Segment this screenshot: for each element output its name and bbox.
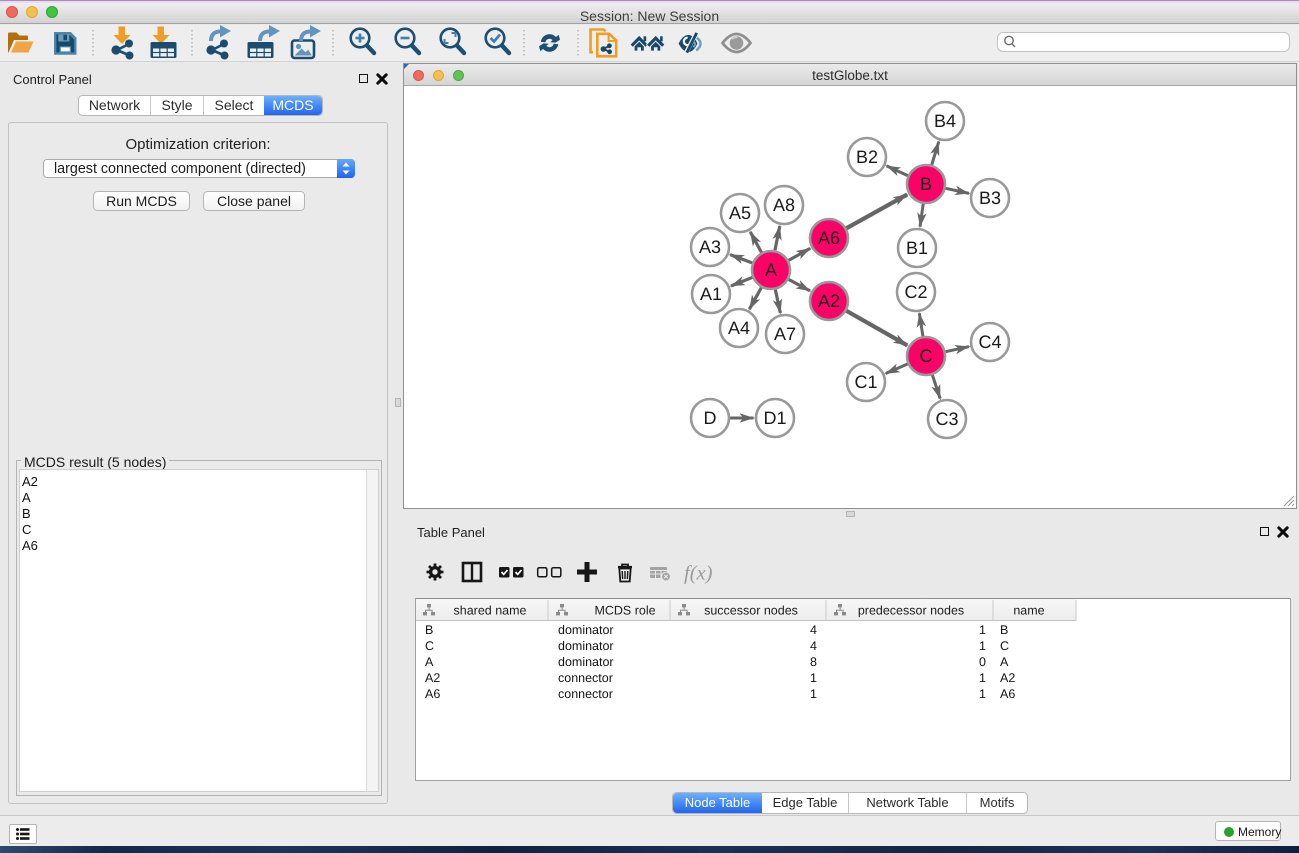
svg-text:1: 1 — [810, 687, 817, 701]
svg-text:1: 1 — [979, 639, 986, 653]
svg-text:successor nodes: successor nodes — [704, 604, 798, 618]
svg-text:A1: A1 — [700, 284, 722, 304]
svg-text:B2: B2 — [856, 147, 878, 167]
svg-text:1: 1 — [979, 623, 986, 637]
svg-text:A7: A7 — [774, 324, 796, 344]
svg-text:connector: connector — [558, 671, 613, 685]
svg-text:dominator: dominator — [558, 655, 614, 669]
svg-text:C: C — [425, 639, 434, 653]
svg-text:A2: A2 — [818, 291, 840, 311]
svg-text:name: name — [1013, 604, 1044, 618]
svg-text:A6: A6 — [425, 687, 440, 701]
svg-text:4: 4 — [810, 623, 817, 637]
svg-text:A6: A6 — [818, 228, 840, 248]
svg-text:8: 8 — [810, 655, 817, 669]
svg-text:MCDS role: MCDS role — [594, 604, 655, 618]
svg-text:B: B — [425, 623, 433, 637]
svg-text:dominator: dominator — [558, 623, 614, 637]
svg-text:D1: D1 — [763, 408, 786, 428]
svg-text:shared name: shared name — [454, 604, 527, 618]
svg-text:1: 1 — [979, 671, 986, 685]
svg-text:C3: C3 — [935, 409, 958, 429]
svg-text:connector: connector — [558, 687, 613, 701]
svg-text:A4: A4 — [728, 318, 750, 338]
svg-text:0: 0 — [979, 655, 986, 669]
svg-text:C: C — [920, 346, 933, 366]
svg-text:A5: A5 — [729, 203, 751, 223]
svg-text:A3: A3 — [699, 237, 721, 257]
svg-text:B3: B3 — [979, 188, 1001, 208]
svg-text:1: 1 — [979, 687, 986, 701]
svg-text:dominator: dominator — [558, 639, 614, 653]
svg-text:B1: B1 — [906, 238, 928, 258]
svg-text:B: B — [920, 174, 932, 194]
svg-text:A6: A6 — [1000, 687, 1015, 701]
svg-text:1: 1 — [810, 671, 817, 685]
svg-text:B: B — [1000, 623, 1008, 637]
svg-text:A2: A2 — [425, 671, 440, 685]
svg-text:A: A — [425, 655, 434, 669]
svg-text:B4: B4 — [934, 111, 956, 131]
svg-text:A: A — [1000, 655, 1009, 669]
svg-text:D: D — [704, 408, 717, 428]
svg-text:A8: A8 — [773, 195, 795, 215]
svg-text:C4: C4 — [978, 332, 1001, 352]
svg-text:C2: C2 — [904, 282, 927, 302]
svg-text:4: 4 — [810, 639, 817, 653]
svg-text:A2: A2 — [1000, 671, 1015, 685]
svg-text:A: A — [765, 260, 777, 280]
svg-text:predecessor nodes: predecessor nodes — [858, 604, 964, 618]
svg-text:C1: C1 — [854, 372, 877, 392]
svg-text:f(x): f(x) — [684, 563, 713, 585]
svg-text:C: C — [1000, 639, 1009, 653]
